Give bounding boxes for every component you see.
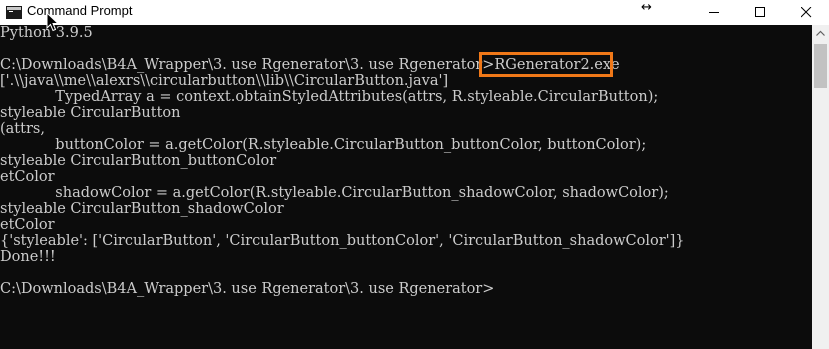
resize-cursor-icon: ↔ <box>641 0 652 15</box>
window-title: Command Prompt <box>27 3 133 18</box>
title-bar[interactable]: Command Prompt ↔ <box>0 0 829 25</box>
console-line: Done!!! <box>0 249 56 265</box>
minimize-icon <box>709 12 719 13</box>
maximize-icon <box>755 7 765 17</box>
console-line: shadowColor = a.getColor(R.styleable.Cir… <box>0 185 669 201</box>
console-line: (attrs, <box>0 121 45 137</box>
scroll-thumb[interactable] <box>814 44 827 88</box>
close-icon <box>801 7 812 18</box>
highlight-annotation-box <box>479 52 613 77</box>
close-button[interactable] <box>783 0 829 25</box>
console-line: etColor <box>0 169 55 185</box>
chevron-up-icon <box>816 30 825 36</box>
command-prompt-window: Command Prompt ↔ Python 3.9.5 C:\Downloa… <box>0 0 829 349</box>
console-line: TypedArray a = context.obtainStyledAttri… <box>0 89 659 105</box>
minimize-button[interactable] <box>691 0 737 25</box>
console-output[interactable]: Python 3.9.5 C:\Downloads\B4A_Wrapper\3.… <box>0 25 812 349</box>
console-line: styleable CircularButton <box>0 105 181 121</box>
console-line: styleable CircularButton_shadowColor <box>0 201 284 217</box>
console-line: Python 3.9.5 <box>0 25 93 41</box>
console-line: ['.\\java\\me\\alexrs\\circularbutton\\l… <box>0 73 449 89</box>
console-line: {'styleable': ['CircularButton', 'Circul… <box>0 233 685 249</box>
console-prompt-line: C:\Downloads\B4A_Wrapper\3. use Rgenerat… <box>0 281 495 297</box>
vertical-scrollbar[interactable] <box>812 25 829 349</box>
scroll-up-button[interactable] <box>812 25 829 42</box>
console-line: buttonColor = a.getColor(R.styleable.Cir… <box>0 137 647 153</box>
console-line: styleable CircularButton_buttonColor <box>0 153 277 169</box>
console-line: etColor <box>0 217 55 233</box>
maximize-button[interactable] <box>737 0 783 25</box>
command-prompt-icon[interactable] <box>6 6 22 19</box>
